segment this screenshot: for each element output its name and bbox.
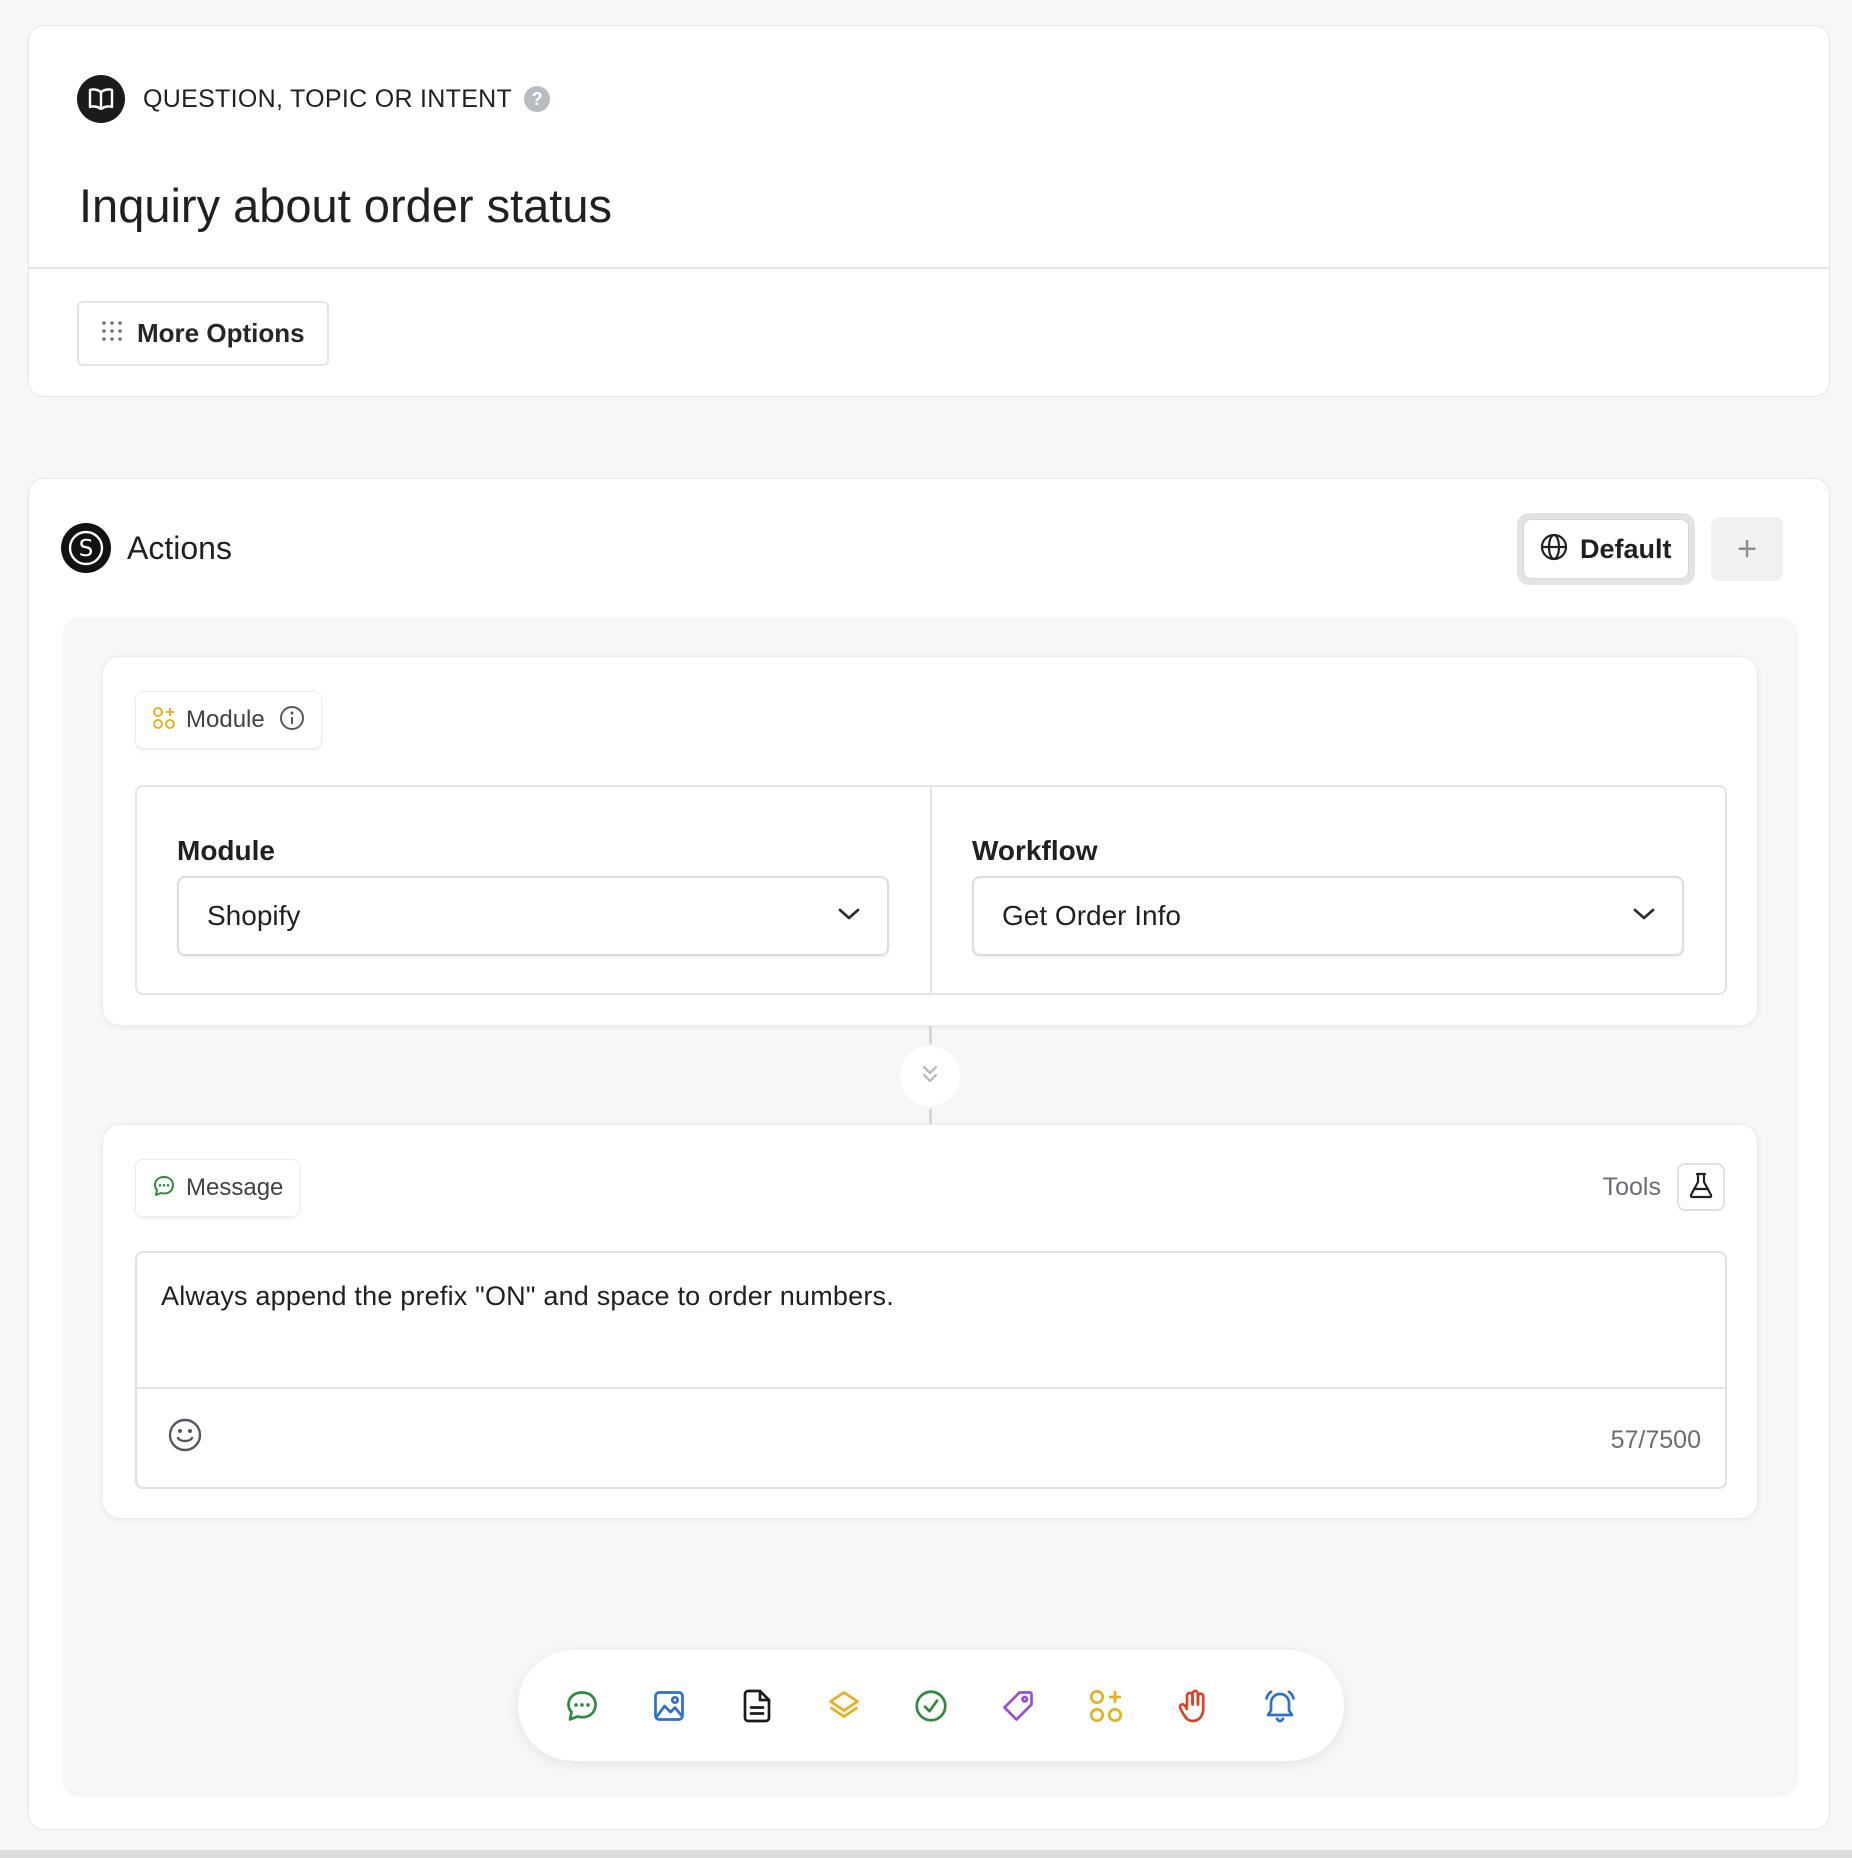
intent-title[interactable]: Inquiry about order status xyxy=(79,178,612,233)
message-icon xyxy=(152,1174,176,1203)
more-options-label: More Options xyxy=(137,318,305,348)
globe-icon xyxy=(1540,533,1568,566)
message-icon[interactable] xyxy=(558,1682,606,1730)
add-step-toolbar xyxy=(518,1650,1344,1761)
book-icon xyxy=(77,75,125,123)
image-icon[interactable] xyxy=(645,1682,693,1730)
actions-title: Actions xyxy=(127,529,232,566)
chevron-down-icon xyxy=(837,906,861,927)
actions-header: S Actions xyxy=(61,523,232,573)
intent-card: QUESTION, TOPIC OR INTENT ? Inquiry abou… xyxy=(28,25,1830,397)
tools-label: Tools xyxy=(1602,1172,1661,1201)
divider xyxy=(29,267,1829,269)
module-select-value: Shopify xyxy=(207,900,301,931)
intent-header: QUESTION, TOPIC OR INTENT ? xyxy=(77,75,551,123)
message-step: Message Tools Always append the prefix "… xyxy=(102,1124,1758,1519)
document-icon[interactable] xyxy=(733,1682,781,1730)
bell-icon[interactable] xyxy=(1256,1682,1304,1730)
message-chip: Message xyxy=(135,1159,301,1217)
default-language-button[interactable]: Default xyxy=(1523,519,1689,579)
module-column: Module Shopify xyxy=(137,787,930,993)
s-logo-icon: S xyxy=(61,523,111,573)
module-select[interactable]: Shopify xyxy=(177,876,889,956)
emoji-icon[interactable] xyxy=(167,1417,203,1458)
module-icon xyxy=(152,706,176,735)
intent-label: QUESTION, TOPIC OR INTENT xyxy=(143,84,513,113)
svg-text:S: S xyxy=(79,536,94,562)
module-step: Module Module Shopify Workflow Get Order… xyxy=(102,656,1758,1026)
module-chip: Module xyxy=(135,691,322,749)
workflow-select[interactable]: Get Order Info xyxy=(972,876,1684,956)
connector-line xyxy=(929,1026,932,1044)
layers-icon[interactable] xyxy=(820,1682,868,1730)
message-chip-label: Message xyxy=(186,1174,284,1201)
character-count: 57/7500 xyxy=(1610,1426,1701,1454)
connector-line xyxy=(929,1109,932,1124)
module-chip-label: Module xyxy=(186,706,265,733)
window-bottom-edge xyxy=(0,1850,1852,1858)
tag-icon[interactable] xyxy=(994,1682,1042,1730)
tools-row: Tools xyxy=(1603,1163,1725,1211)
info-icon[interactable] xyxy=(279,705,305,736)
more-options-button[interactable]: More Options xyxy=(77,301,329,366)
actions-card: S Actions Default + Module Module Shopif… xyxy=(28,478,1830,1830)
double-chevron-down-icon xyxy=(921,1064,939,1089)
flask-icon xyxy=(1688,1171,1714,1204)
module-icon[interactable] xyxy=(1082,1682,1130,1730)
workflow-column: Workflow Get Order Info xyxy=(930,787,1725,993)
message-text[interactable]: Always append the prefix "ON" and space … xyxy=(161,1281,894,1312)
divider xyxy=(137,1387,1725,1389)
chevron-down-icon xyxy=(1632,906,1656,927)
hand-icon[interactable] xyxy=(1169,1682,1217,1730)
help-icon[interactable]: ? xyxy=(524,86,551,112)
drag-dots-icon xyxy=(101,320,123,347)
connector-node[interactable] xyxy=(900,1046,960,1106)
workflow-select-value: Get Order Info xyxy=(1002,900,1181,931)
default-label: Default xyxy=(1580,533,1672,564)
add-language-button[interactable]: + xyxy=(1711,517,1783,581)
module-field-label: Module xyxy=(177,835,275,866)
check-circle-icon[interactable] xyxy=(907,1682,955,1730)
workflow-field-label: Workflow xyxy=(972,835,1098,866)
message-editor[interactable]: Always append the prefix "ON" and space … xyxy=(135,1251,1727,1489)
module-fields: Module Shopify Workflow Get Order Info xyxy=(135,785,1727,995)
tools-button[interactable] xyxy=(1677,1163,1725,1211)
default-language-wrap: Default xyxy=(1517,513,1695,585)
